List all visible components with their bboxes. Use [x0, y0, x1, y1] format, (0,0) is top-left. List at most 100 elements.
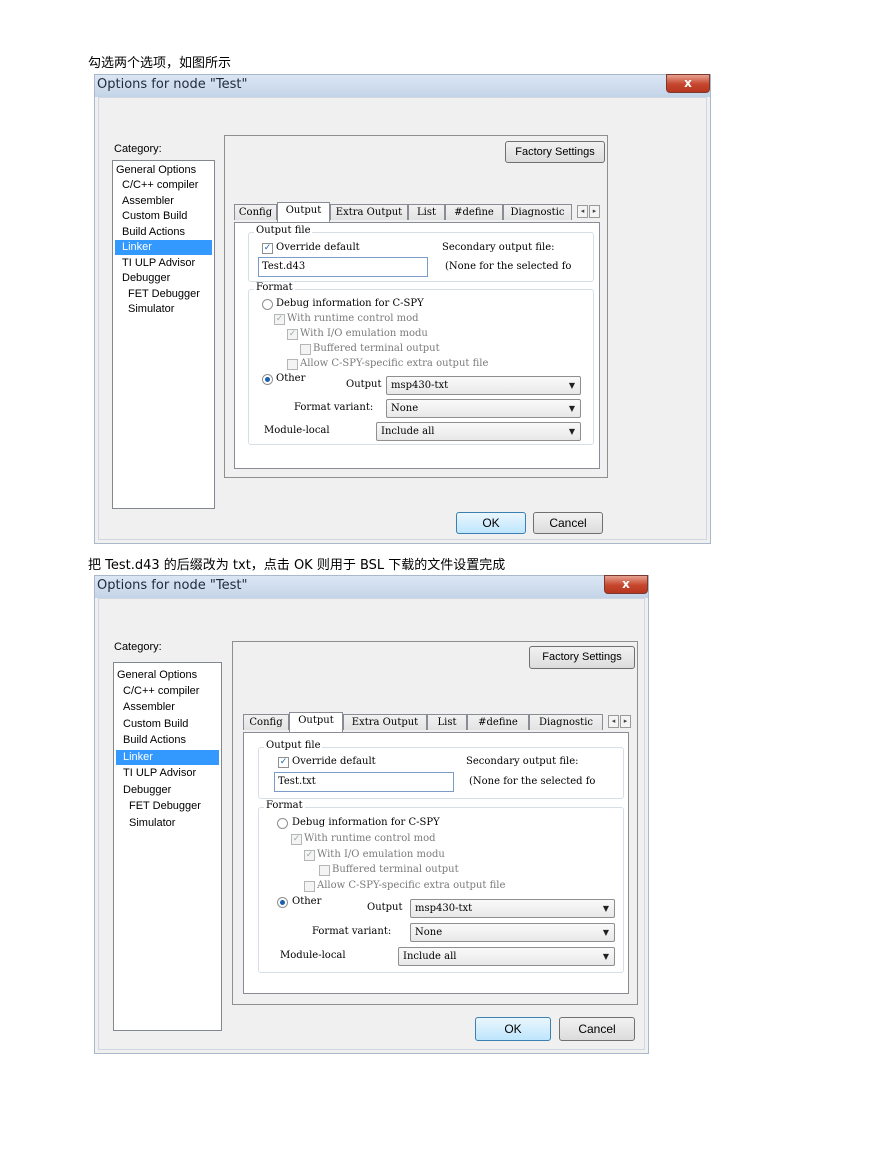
buffered-checkbox[interactable]: [319, 865, 330, 876]
other-label[interactable]: Other: [292, 896, 321, 907]
ok-button[interactable]: OK: [475, 1017, 551, 1041]
debug-info-label[interactable]: Debug information for C-SPY: [292, 817, 440, 828]
category-list[interactable]: General Options C/C++ compiler Assembler…: [113, 662, 222, 1031]
tab-scroll-right-icon[interactable]: ▸: [620, 715, 631, 728]
override-default-checkbox[interactable]: ✓: [278, 757, 289, 768]
dialog-title: Options for node "Test": [97, 578, 248, 593]
tab-extra-output[interactable]: Extra Output: [343, 714, 427, 730]
debug-info-label[interactable]: Debug information for C-SPY: [276, 298, 424, 309]
category-custom-build[interactable]: Custom Build: [115, 209, 212, 224]
category-ti-ulp-advisor[interactable]: TI ULP Advisor: [116, 766, 219, 781]
category-assembler[interactable]: Assembler: [116, 700, 219, 715]
tab-scroll-right-icon[interactable]: ▸: [589, 205, 600, 218]
tab-define[interactable]: #define: [467, 714, 529, 730]
allow-cspy-checkbox[interactable]: [304, 881, 315, 892]
tab-scroll-left-icon[interactable]: ◂: [577, 205, 588, 218]
output-format-combo[interactable]: msp430-txt ▼: [410, 899, 615, 918]
override-default-checkbox[interactable]: ✓: [262, 243, 273, 254]
output-file-group: Output file ✓ Override default Secondary…: [248, 225, 594, 282]
tab-config[interactable]: Config: [234, 204, 277, 220]
category-list[interactable]: General Options C/C++ compiler Assembler…: [112, 160, 215, 509]
tab-config[interactable]: Config: [243, 714, 289, 730]
category-build-actions[interactable]: Build Actions: [115, 225, 212, 240]
with-runtime-label: With runtime control mod: [287, 313, 419, 324]
category-debugger[interactable]: Debugger: [115, 271, 212, 286]
module-local-label: Module-local: [280, 950, 346, 961]
tab-define[interactable]: #define: [445, 204, 503, 220]
chevron-down-icon: ▼: [568, 427, 575, 436]
output-format-value: msp430-txt: [391, 380, 449, 391]
tab-diagnostic[interactable]: Diagnostic: [503, 204, 572, 220]
category-general-options[interactable]: General Options: [115, 163, 212, 178]
category-linker[interactable]: Linker: [116, 750, 219, 765]
factory-settings-button[interactable]: Factory Settings: [529, 646, 635, 669]
buffered-checkbox[interactable]: [300, 344, 311, 355]
tab-strip: Config Output Extra Output List #define …: [243, 712, 635, 732]
chevron-down-icon: ▼: [568, 404, 575, 413]
category-cpp-compiler[interactable]: C/C++ compiler: [115, 178, 212, 193]
module-local-combo[interactable]: Include all ▼: [376, 422, 581, 441]
category-build-actions[interactable]: Build Actions: [116, 733, 219, 748]
chevron-down-icon: ▼: [602, 952, 609, 961]
with-io-checkbox[interactable]: ✓: [287, 329, 298, 340]
category-fet-debugger[interactable]: FET Debugger: [115, 287, 212, 302]
tab-list[interactable]: List: [427, 714, 467, 730]
chevron-down-icon: ▼: [602, 904, 609, 913]
dialog-title: Options for node "Test": [97, 77, 248, 92]
caption-first: 勾选两个选项，如图所示: [88, 56, 232, 71]
close-button[interactable]: x: [604, 575, 648, 594]
cancel-button[interactable]: Cancel: [559, 1017, 635, 1041]
with-runtime-checkbox[interactable]: ✓: [274, 314, 285, 325]
output-filename-input[interactable]: Test.txt: [274, 772, 454, 792]
tab-extra-output[interactable]: Extra Output: [330, 204, 408, 220]
category-cpp-compiler[interactable]: C/C++ compiler: [116, 684, 219, 699]
category-simulator[interactable]: Simulator: [115, 302, 212, 317]
debug-info-radio[interactable]: [277, 818, 288, 829]
tab-list[interactable]: List: [408, 204, 445, 220]
format-variant-value: None: [391, 403, 419, 414]
factory-settings-button[interactable]: Factory Settings: [505, 141, 605, 163]
secondary-output-note: (None for the selected fo: [469, 776, 596, 787]
format-variant-combo[interactable]: None ▼: [410, 923, 615, 942]
other-label[interactable]: Other: [276, 373, 305, 384]
other-radio[interactable]: [262, 374, 273, 385]
tab-scroll-left-icon[interactable]: ◂: [608, 715, 619, 728]
allow-cspy-checkbox[interactable]: [287, 359, 298, 370]
title-bar[interactable]: Options for node "Test": [95, 576, 648, 598]
with-runtime-label: With runtime control mod: [304, 833, 436, 844]
override-default-label[interactable]: Override default: [276, 242, 360, 253]
category-fet-debugger[interactable]: FET Debugger: [116, 799, 219, 814]
category-debugger[interactable]: Debugger: [116, 783, 219, 798]
tab-diagnostic[interactable]: Diagnostic: [529, 714, 603, 730]
category-linker[interactable]: Linker: [115, 240, 212, 255]
tab-output[interactable]: Output: [289, 712, 343, 732]
category-ti-ulp-advisor[interactable]: TI ULP Advisor: [115, 256, 212, 271]
output-format-label: Output: [346, 379, 382, 390]
category-assembler[interactable]: Assembler: [115, 194, 212, 209]
override-default-label[interactable]: Override default: [292, 756, 376, 767]
category-label: Category:: [114, 143, 162, 155]
output-filename-input[interactable]: Test.d43: [258, 257, 428, 277]
cancel-button[interactable]: Cancel: [533, 512, 603, 534]
debug-info-radio[interactable]: [262, 299, 273, 310]
with-runtime-checkbox[interactable]: ✓: [291, 834, 302, 845]
category-general-options[interactable]: General Options: [116, 668, 219, 683]
format-variant-combo[interactable]: None ▼: [386, 399, 581, 418]
output-file-group: Output file ✓ Override default Secondary…: [258, 740, 624, 799]
ok-button[interactable]: OK: [456, 512, 526, 534]
format-variant-label: Format variant:: [294, 402, 374, 413]
title-bar[interactable]: Options for node "Test": [95, 75, 710, 97]
caption-second: 把 Test.d43 的后缀改为 txt，点击 OK 则用于 BSL 下载的文件…: [88, 558, 506, 573]
other-radio[interactable]: [277, 897, 288, 908]
tab-output[interactable]: Output: [277, 202, 330, 222]
category-custom-build[interactable]: Custom Build: [116, 717, 219, 732]
close-button[interactable]: x: [666, 74, 710, 93]
tab-strip: Config Output Extra Output List #define …: [234, 202, 604, 222]
module-local-combo[interactable]: Include all ▼: [398, 947, 615, 966]
module-local-value: Include all: [381, 426, 435, 437]
category-simulator[interactable]: Simulator: [116, 816, 219, 831]
with-io-checkbox[interactable]: ✓: [304, 850, 315, 861]
buffered-label: Buffered terminal output: [332, 864, 459, 875]
output-format-combo[interactable]: msp430-txt ▼: [386, 376, 581, 395]
allow-cspy-label: Allow C-SPY-specific extra output file: [300, 358, 489, 369]
